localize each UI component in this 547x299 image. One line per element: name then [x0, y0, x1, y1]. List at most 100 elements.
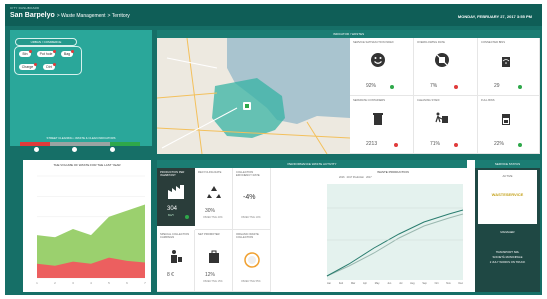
special-collection-card[interactable]: SPECIAL COLLECTION CAMPAIGN 8 € [157, 230, 195, 292]
indicator-label: FULL BINS [481, 99, 495, 102]
indicator-value: 29 [494, 83, 500, 89]
filter-pill-charge[interactable]: Charge [19, 63, 37, 70]
x-tick-label: 4 [90, 281, 92, 285]
card-sub: OBJECTIVE 15% [203, 280, 223, 283]
chart-plot-area [327, 184, 463, 280]
indicator-bar-green[interactable] [110, 142, 140, 146]
indicator-card-containers[interactable]: SEPARATE CONTAINERS 2213 [350, 96, 414, 154]
recycling-card[interactable]: RECYCLING RATE 30% OBJECTIVE 40% [195, 168, 233, 230]
month-tick: Jan [327, 282, 332, 285]
worker-cart-icon [435, 112, 448, 123]
indicator-value: 22% [494, 141, 505, 147]
filter-pill-bag[interactable]: Bag [61, 50, 74, 57]
indicator-card-staff[interactable]: CLEANING STAFF 71% [414, 96, 478, 154]
bin-marker-icon [245, 104, 249, 108]
indicator-label: SERVICE SATISFACTION INDEX [353, 41, 394, 44]
filter-pill-dirt[interactable]: Dirt [43, 63, 56, 70]
person-bag-icon [171, 250, 182, 263]
breadcrumb-territory[interactable]: > Territory [108, 13, 130, 19]
month-axis: Jan Feb Mar Apr May Jun Jul Aug Sep Oct … [327, 282, 463, 285]
service-role: MANAGER [500, 230, 515, 234]
indicator-label: CONNECTED BINS [481, 41, 506, 44]
month-tick: Nov [446, 282, 451, 285]
month-tick: Oct [434, 282, 439, 285]
status-dot [518, 143, 522, 147]
month-tick: Sep [422, 282, 427, 285]
indicator-card-full-bins[interactable]: FULL BINS 22% [478, 96, 540, 154]
pill-label: Charge [21, 65, 34, 69]
city-link[interactable]: San Barpelyo [10, 12, 55, 19]
x-tick-label: 3 [72, 281, 74, 285]
performance-section: PERFORMANCE WASTE ACTIVITY PRODUCTION PE… [157, 160, 540, 292]
month-tick: Aug [410, 282, 415, 285]
service-box[interactable]: ACTIVE WASTESERVICE [478, 170, 537, 224]
indicator-value: 92% [366, 83, 377, 89]
territory-map[interactable] [157, 38, 350, 154]
status-dot [29, 50, 32, 53]
waste-production-chart: WASTE PRODUCTION 2016 2017 Prediction 20… [319, 168, 467, 292]
service-line: TRANSPORT SRL [495, 250, 520, 254]
wifi-bin-icon [502, 57, 510, 67]
x-tick-label: 1 [36, 281, 38, 285]
status-dot [34, 63, 37, 66]
indicators-header: INDICATOR / WASTES [157, 30, 540, 38]
indicator-button-1[interactable] [34, 147, 39, 152]
main-panel: INDICATOR / WASTES SERVICE SATISFACTION … [157, 30, 540, 292]
status-dot [454, 143, 458, 147]
indicator-label: OVERFLOWING RATE [417, 41, 445, 44]
service-brand: WASTESERVICE [491, 192, 524, 197]
service-status-panel: SERVICE STATUS ACTIVE WASTESERVICE MANAG… [475, 160, 540, 292]
card-sub: OBJECTIVE 55% [241, 280, 261, 283]
indicator-bar-grey-1[interactable] [50, 142, 80, 146]
indicator-value: 71% [430, 141, 441, 147]
waste-volume-chart-panel: THE VOLUME OF WASTE FOR THE LAST YEAR 12… [23, 160, 151, 292]
service-line: SOCIETÀ MUNICIPALE [492, 255, 523, 259]
card-label: NET PROMOTER [198, 233, 220, 236]
net-promoter-card[interactable]: NET PROMOTER 12% OBJECTIVE 15% [195, 230, 233, 292]
app-subtitle: CITY DASHBOARD [10, 6, 40, 10]
organic-card[interactable]: ORGANIC WASTE COLLECTION OBJECTIVE 55% [233, 230, 271, 292]
status-dot [394, 143, 398, 147]
production-card[interactable]: PRODUCTION PER INHABITANT 304 KG/Y [157, 168, 195, 226]
pill-label: Bin [22, 52, 28, 56]
status-dot [518, 85, 522, 89]
month-tick: Feb [338, 282, 344, 285]
indicator-bar-red[interactable] [20, 142, 50, 146]
x-tick-label: 2 [54, 281, 56, 285]
indicator-label: SEPARATE CONTAINERS [353, 99, 386, 102]
indicator-card-connected[interactable]: CONNECTED BINS 29 [478, 38, 540, 96]
indicator-bar-grey-2[interactable] [80, 142, 110, 146]
performance-header: PERFORMANCE WASTE ACTIVITY [157, 160, 467, 168]
card-value: 30% [205, 208, 216, 214]
card-value: -4% [243, 194, 256, 201]
factory-icon [168, 185, 184, 199]
status-dot [454, 85, 458, 89]
bag-icon [209, 250, 219, 263]
filter-pill-bin[interactable]: Bin [19, 50, 32, 57]
breadcrumb-waste[interactable]: > Waste Management [57, 13, 106, 19]
indicator-card-satisfaction[interactable]: SERVICE SATISFACTION INDEX 92% [350, 38, 414, 96]
indicator-button-3[interactable] [110, 147, 115, 152]
indicator-value: 7% [430, 83, 438, 89]
status-dot [53, 50, 56, 53]
date-time: MONDAY, FEBRUARY 27, 2017 3:55 PM [457, 14, 532, 19]
status-dot [390, 85, 394, 89]
indicator-card-overflow[interactable]: OVERFLOWING RATE 7% [414, 38, 478, 96]
collection-card[interactable]: COLLECTION EFFICIENCY RATE -4% OBJECTIVE… [233, 168, 271, 230]
urban-commerce-toggle[interactable]: URBAN / COMMERCE [15, 38, 77, 46]
month-tick: Apr [363, 282, 367, 285]
indicators-title: STREET CLEANING • WASTE & CLEAN INDICATO… [46, 136, 116, 140]
service-header: SERVICE STATUS [475, 160, 540, 168]
indicator-button-2[interactable] [72, 147, 77, 152]
pill-label: Dirt [46, 65, 52, 69]
production-value: 304 [167, 206, 178, 212]
month-tick: Mar [350, 282, 356, 285]
recycle-icon [207, 186, 221, 198]
waste-production-svg [326, 184, 464, 280]
production-label: PRODUCTION PER INHABITANT [160, 171, 185, 177]
pill-label: Bag [63, 52, 71, 56]
smiley-icon [371, 53, 385, 67]
filter-pill-pothole[interactable]: Pot hole [37, 50, 56, 57]
card-sub: OBJECTIVE 10% [241, 216, 261, 219]
no-overflow-icon [435, 53, 449, 67]
